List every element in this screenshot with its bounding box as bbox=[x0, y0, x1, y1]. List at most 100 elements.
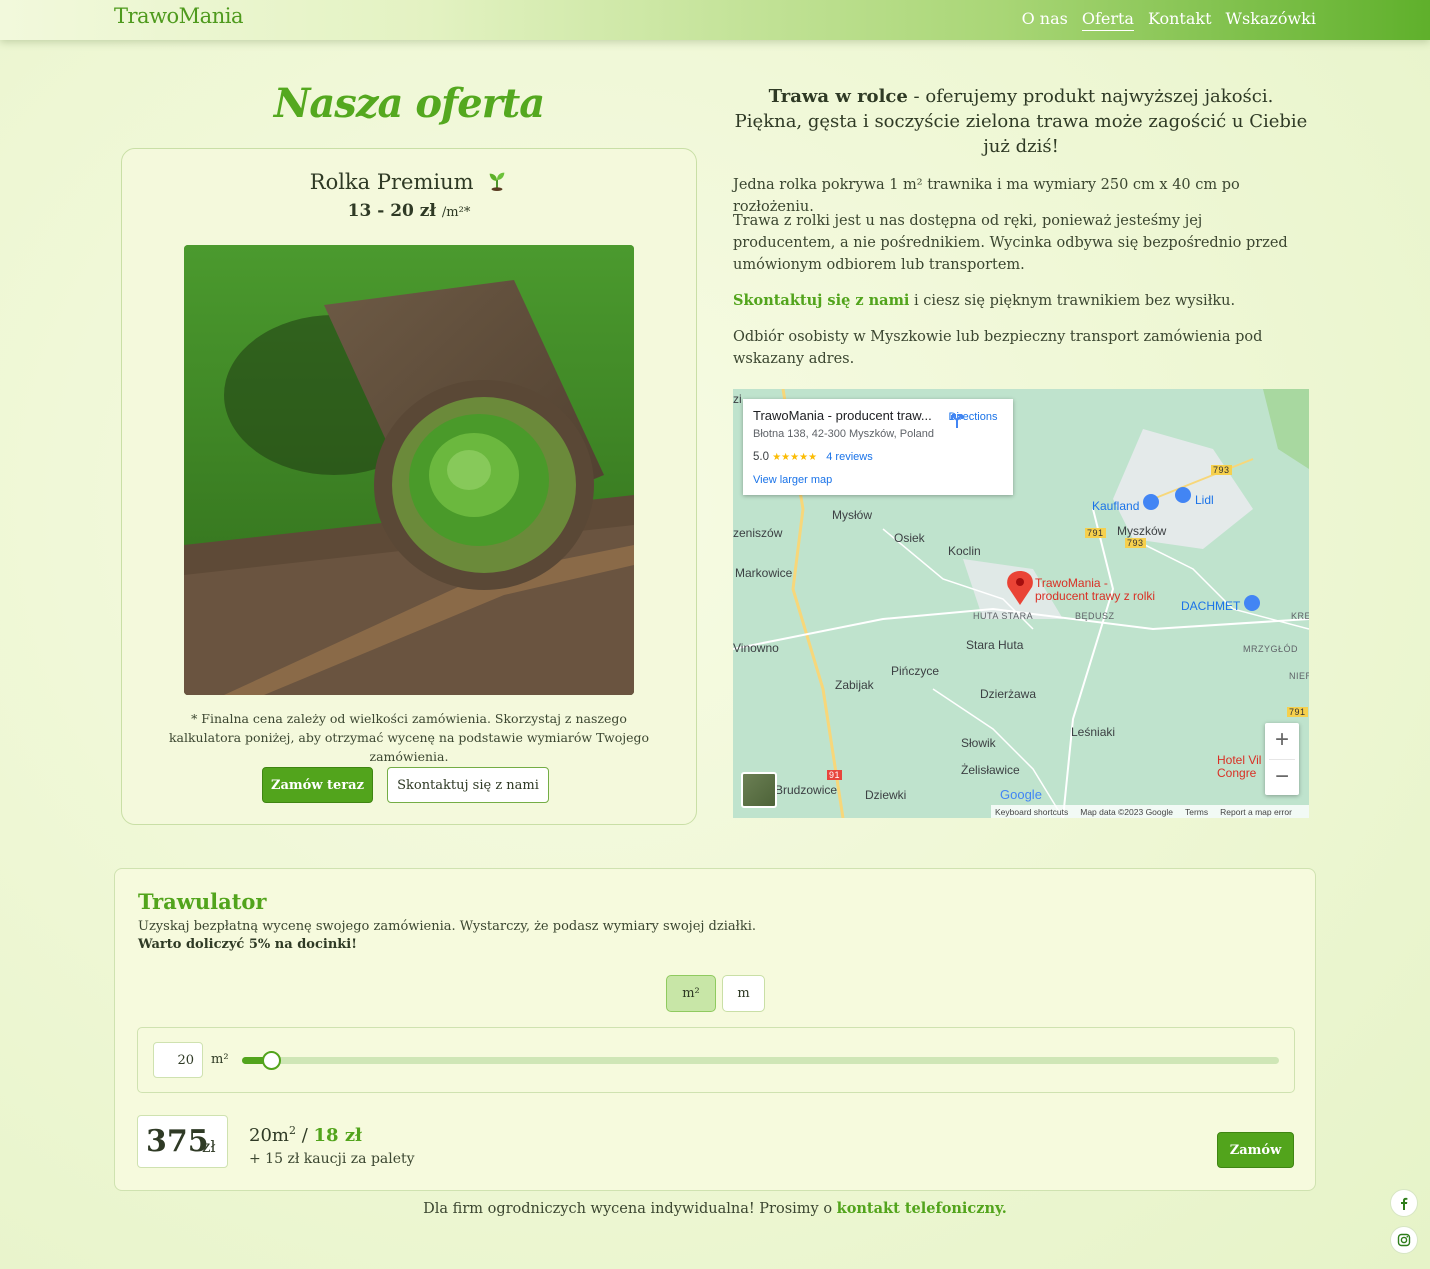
area-unit: m² bbox=[211, 1052, 229, 1067]
zoom-in-button[interactable]: + bbox=[1265, 723, 1299, 759]
map-label-osiek: Osiek bbox=[894, 531, 925, 545]
map-label-myszkow: Myszków bbox=[1117, 524, 1167, 538]
summary-separator: / bbox=[295, 1125, 314, 1146]
site-logo[interactable]: TrawoMania bbox=[114, 4, 243, 28]
nav-link-offer[interactable]: Oferta bbox=[1081, 9, 1134, 31]
map-label-nier: NIER bbox=[1289, 671, 1309, 681]
star-rating-icon: ★★★★★ bbox=[772, 452, 818, 463]
map-road-791a: 791 bbox=[1085, 528, 1106, 538]
map-footer: Keyboard shortcuts Map data ©2023 Google… bbox=[991, 805, 1309, 818]
map-poi-lidl[interactable]: Lidl bbox=[1195, 493, 1214, 507]
area-slider[interactable] bbox=[242, 1051, 1279, 1070]
google-map[interactable]: Mysłów Osiek Koclin Myszków Markowice ze… bbox=[733, 389, 1309, 818]
offer-title: Nasza oferta bbox=[273, 80, 545, 127]
summary-unit-price: 18 zł bbox=[313, 1125, 362, 1146]
nav-link-about[interactable]: O nas bbox=[1022, 9, 1068, 31]
map-label-slowik: Słowik bbox=[961, 736, 996, 750]
nav-link-tips[interactable]: Wskazówki bbox=[1226, 9, 1316, 31]
map-label-zeniszow: zeniszów bbox=[733, 526, 783, 540]
area-slider-thumb[interactable] bbox=[262, 1051, 282, 1070]
product-name: Rolka Premium bbox=[309, 170, 474, 194]
map-poi-kaufland[interactable]: Kaufland bbox=[1092, 499, 1139, 513]
map-label-zelislawice: Żelisławice bbox=[961, 763, 1020, 777]
facebook-link[interactable] bbox=[1390, 1189, 1418, 1217]
contact-link[interactable]: Skontaktuj się z nami bbox=[733, 292, 909, 309]
contact-us-button[interactable]: Skontaktuj się z nami bbox=[387, 767, 549, 803]
phone-contact-link[interactable]: kontakt telefoniczny. bbox=[837, 1200, 1007, 1217]
map-place-card: TrawoMania - producent traw... Błotna 13… bbox=[743, 399, 1013, 495]
instagram-icon bbox=[1397, 1233, 1411, 1247]
map-label-pinczyce: Pińczyce bbox=[891, 664, 940, 678]
calculator-note: Warto doliczyć 5% na docinki! bbox=[138, 937, 357, 952]
map-data-label: Map data ©2023 Google bbox=[1080, 806, 1173, 817]
map-poi-hotel-line1: Hotel Vil bbox=[1217, 753, 1262, 767]
map-place-rating-row: 5.0 ★★★★★ 4 reviews bbox=[753, 451, 873, 463]
calculator-description: Uzyskaj bezpłatną wycenę swojego zamówie… bbox=[138, 919, 757, 934]
map-label-stara-huta: Stara Huta bbox=[966, 638, 1024, 652]
total-price: 375 bbox=[146, 1124, 209, 1159]
map-place-address: Błotna 138, 42-300 Myszków, Poland bbox=[753, 428, 935, 440]
map-label-mrzyglod: MRZYGŁÓD bbox=[1243, 644, 1299, 654]
quantity-slider-panel: m² bbox=[137, 1027, 1295, 1093]
google-logo: Google bbox=[1000, 787, 1042, 802]
product-card: Rolka Premium 13 - 20 zł /m²* * Finalna … bbox=[121, 148, 697, 825]
map-label-dziewki: Dziewki bbox=[865, 788, 907, 802]
lead-bold: Trawa w rolce bbox=[768, 86, 908, 107]
unit-meters-button[interactable]: m bbox=[722, 975, 765, 1012]
intro-paragraph-pickup: Odbiór osobisty w Myszkowie lub bezpiecz… bbox=[733, 329, 1263, 367]
summary-area-exponent: 2 bbox=[288, 1124, 296, 1137]
instagram-link[interactable] bbox=[1390, 1226, 1418, 1254]
facebook-icon bbox=[1401, 1197, 1408, 1210]
price-note: * Finalna cena zależy od wielkości zamów… bbox=[168, 711, 650, 764]
map-place-title: TrawoMania - producent traw... bbox=[753, 408, 932, 423]
map-label-bedusz: BĘDUSZ bbox=[1075, 611, 1115, 621]
order-now-button[interactable]: Zamów teraz bbox=[262, 767, 373, 803]
business-note-text: Dla firm ogrodniczych wycena indywidualn… bbox=[423, 1201, 837, 1217]
map-reviews-link[interactable]: 4 reviews bbox=[826, 451, 872, 463]
pallet-deposit: + 15 zł kaucji za palety bbox=[249, 1151, 415, 1167]
sprout-icon bbox=[489, 172, 505, 191]
product-price: 13 - 20 zł bbox=[347, 201, 436, 221]
terms-link[interactable]: Terms bbox=[1185, 807, 1208, 817]
total-currency: zł bbox=[202, 1137, 216, 1156]
satellite-toggle[interactable] bbox=[741, 772, 777, 808]
map-label-koclin: Koclin bbox=[948, 544, 981, 558]
map-label-zabijak: Zabijak bbox=[835, 678, 874, 692]
map-label-kre: KRE bbox=[1291, 611, 1309, 621]
unit-square-meters-button[interactable]: m² bbox=[666, 975, 716, 1012]
product-price-unit: /m²* bbox=[441, 205, 471, 220]
map-poi-dachmet[interactable]: DACHMET bbox=[1181, 599, 1240, 613]
keyboard-shortcuts-link[interactable]: Keyboard shortcuts bbox=[995, 807, 1068, 817]
calculator-title: Trawulator bbox=[138, 889, 267, 914]
map-label-dzierzawa: Dzierżawa bbox=[980, 687, 1037, 701]
site-header: TrawoMania O nas Oferta Kontakt Wskazówk… bbox=[0, 0, 1430, 40]
map-road-793a: 793 bbox=[1211, 465, 1232, 475]
price-summary: 20m2 / 18 zł bbox=[249, 1124, 362, 1146]
intro-paragraph-contact: Skontaktuj się z nami i ciesz się piękny… bbox=[733, 290, 1309, 312]
report-error-link[interactable]: Report a map error bbox=[1220, 807, 1292, 817]
map-road-791b: 791 bbox=[1287, 707, 1308, 717]
product-name-row: Rolka Premium bbox=[122, 169, 696, 194]
directions-button[interactable]: Directions bbox=[948, 411, 998, 428]
directions-icon bbox=[951, 414, 963, 428]
map-pin-label[interactable]: TrawoMania - producent trawy z rolki bbox=[1035, 577, 1155, 603]
map-zoom-control: + − bbox=[1265, 723, 1299, 795]
view-larger-map-link[interactable]: View larger map bbox=[753, 474, 832, 486]
area-input[interactable] bbox=[153, 1042, 203, 1078]
map-poi-hotel-line2: Congre bbox=[1217, 766, 1257, 780]
map-pin-label-line1: TrawoMania - bbox=[1035, 576, 1108, 590]
map-pin-label-line2: producent trawy z rolki bbox=[1035, 589, 1156, 603]
contact-link-suffix: i ciesz się pięknym trawnikiem bez wysił… bbox=[909, 293, 1236, 309]
nav-link-contact[interactable]: Kontakt bbox=[1148, 9, 1212, 31]
calculator-panel: Trawulator Uzyskaj bezpłatną wycenę swoj… bbox=[114, 868, 1316, 1191]
total-price-box: 375 zł bbox=[137, 1115, 228, 1168]
map-label-lesniaki: Leśniaki bbox=[1071, 725, 1116, 739]
summary-area: 20m bbox=[249, 1125, 289, 1146]
grass-roll-photo bbox=[184, 245, 634, 695]
main-nav: O nas Oferta Kontakt Wskazówki bbox=[1022, 9, 1316, 31]
zoom-out-button[interactable]: − bbox=[1265, 760, 1299, 796]
map-label-brudzowice: Brudzowice bbox=[775, 783, 838, 797]
calculator-order-button[interactable]: Zamów bbox=[1217, 1132, 1294, 1168]
map-label-winowno: Vinowno bbox=[733, 641, 779, 655]
map-road-793b: 793 bbox=[1125, 538, 1146, 548]
